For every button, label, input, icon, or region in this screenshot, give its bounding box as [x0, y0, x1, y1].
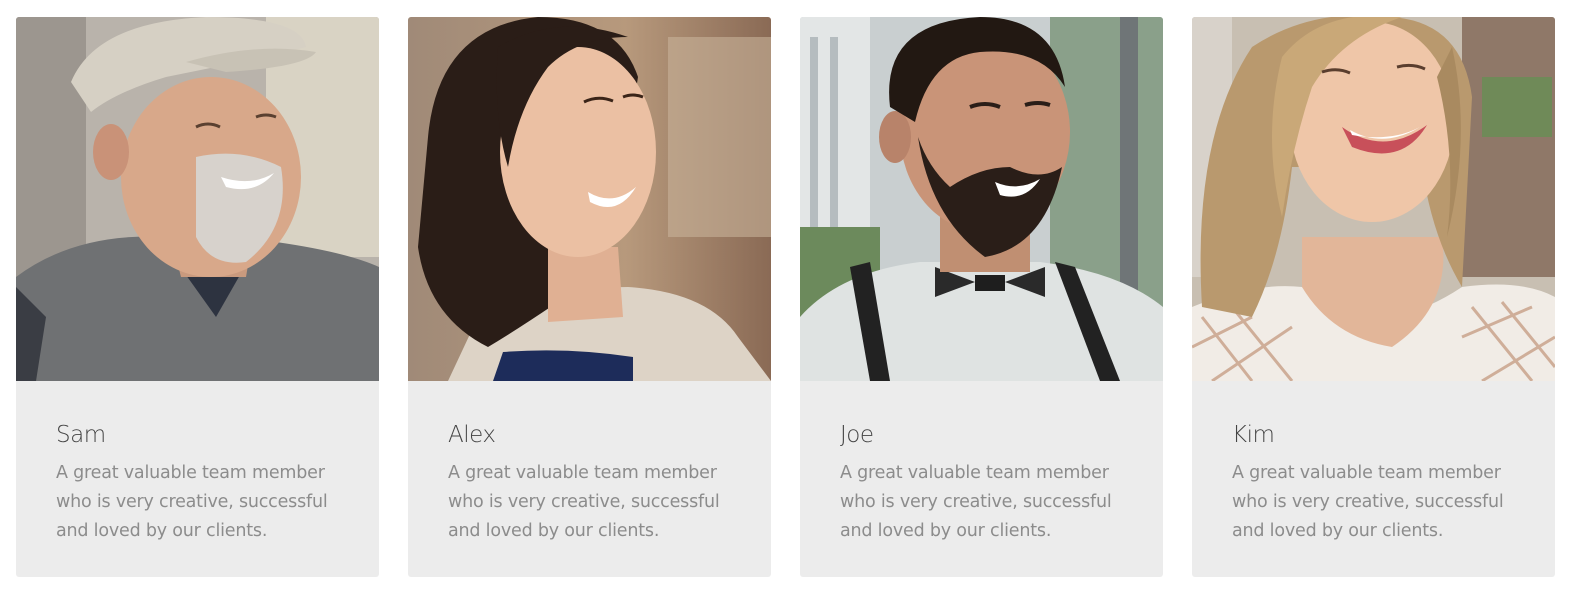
member-name: Kim	[1232, 422, 1275, 448]
team-member-card: Joe A great valuable team member who is …	[800, 17, 1163, 577]
team-member-card: Alex A great valuable team member who is…	[408, 17, 771, 577]
member-photo	[16, 17, 379, 381]
card-body: Joe A great valuable team member who is …	[800, 381, 1163, 546]
team-member-card: Kim A great valuable team member who is …	[1192, 17, 1555, 577]
member-name: Sam	[56, 422, 106, 448]
team-grid: Sam A great valuable team member who is …	[16, 17, 1555, 577]
member-bio: A great valuable team member who is very…	[840, 463, 1112, 541]
portrait-photo-blonde-woman-icon	[1192, 17, 1555, 381]
card-body: Kim A great valuable team member who is …	[1192, 381, 1555, 546]
member-bio: A great valuable team member who is very…	[1232, 463, 1504, 541]
portrait-photo-young-woman-icon	[408, 17, 771, 381]
card-body: Sam A great valuable team member who is …	[16, 381, 379, 546]
portrait-photo-older-man-cap-icon	[16, 17, 379, 381]
member-photo	[408, 17, 771, 381]
member-photo	[1192, 17, 1555, 381]
member-bio: A great valuable team member who is very…	[56, 463, 328, 541]
card-body: Alex A great valuable team member who is…	[408, 381, 771, 546]
portrait-photo-bearded-man-icon	[800, 17, 1163, 381]
team-member-card: Sam A great valuable team member who is …	[16, 17, 379, 577]
member-bio: A great valuable team member who is very…	[448, 463, 720, 541]
member-photo	[800, 17, 1163, 381]
member-name: Alex	[448, 422, 496, 448]
member-name: Joe	[840, 422, 874, 448]
